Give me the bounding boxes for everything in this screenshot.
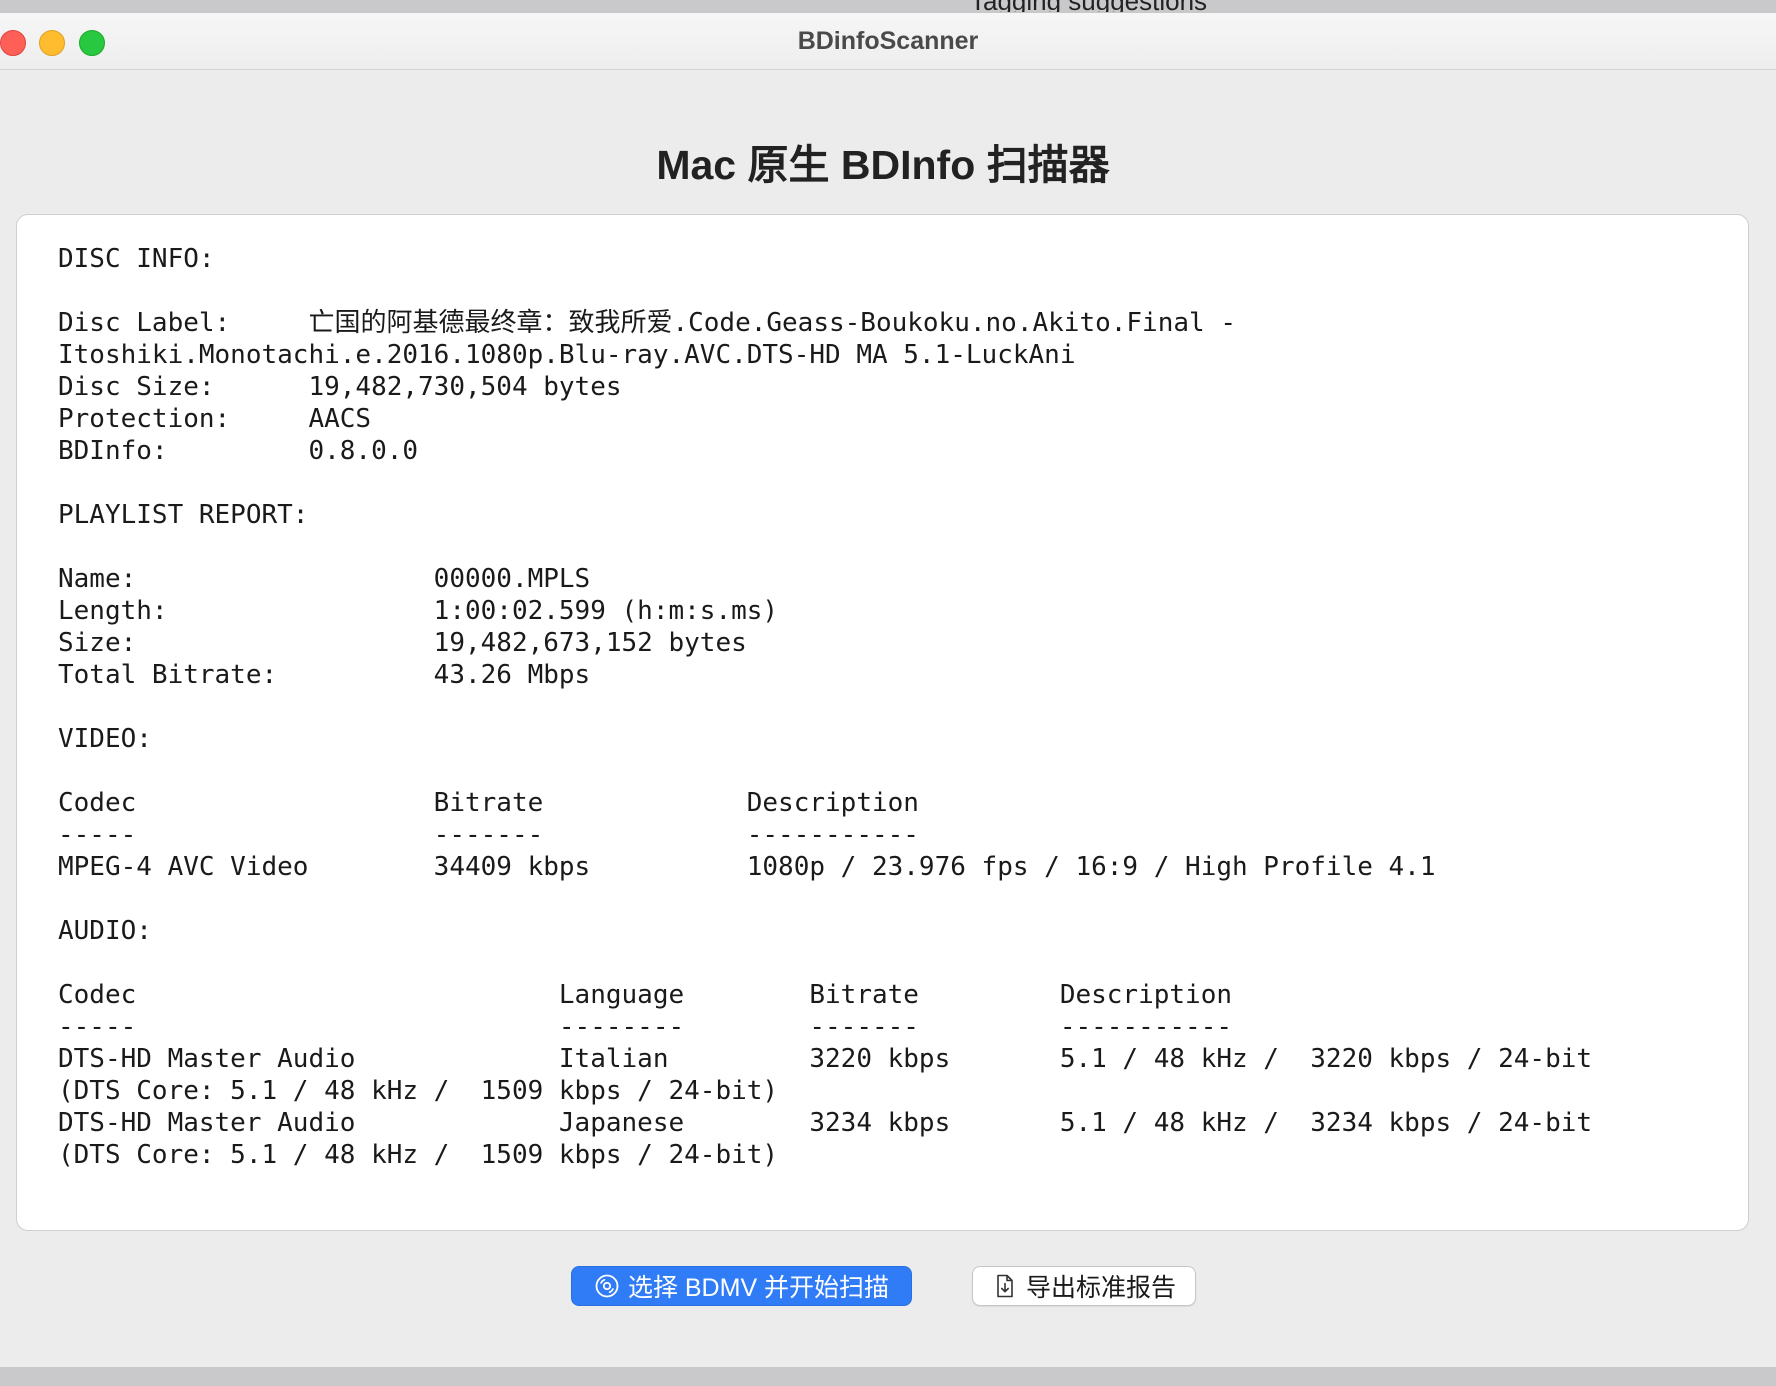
export-report-button[interactable]: 导出标准报告: [972, 1266, 1196, 1306]
document-download-icon: [992, 1273, 1018, 1299]
window-title: BDinfoScanner: [797, 27, 979, 55]
select-bdmv-scan-label: 选择 BDMV 并开始扫描: [627, 1274, 890, 1302]
export-report-label: 导出标准报告: [1025, 1274, 1176, 1302]
select-bdmv-scan-button[interactable]: 选择 BDMV 并开始扫描: [571, 1266, 912, 1306]
title-bar[interactable]: BDinfoScanner: [0, 13, 1776, 70]
app-window: BDinfoScanner Mac 原生 BDInfo 扫描器 DISC INF…: [0, 12, 1776, 1367]
page-title: Mac 原生 BDInfo 扫描器: [656, 142, 1110, 188]
report-text-view[interactable]: DISC INFO: Disc Label: 亡国的阿基德最终章：致我所爱.Co…: [16, 214, 1749, 1231]
report-content[interactable]: DISC INFO: Disc Label: 亡国的阿基德最终章：致我所爱.Co…: [58, 243, 1748, 1171]
disc-icon: [594, 1273, 620, 1299]
